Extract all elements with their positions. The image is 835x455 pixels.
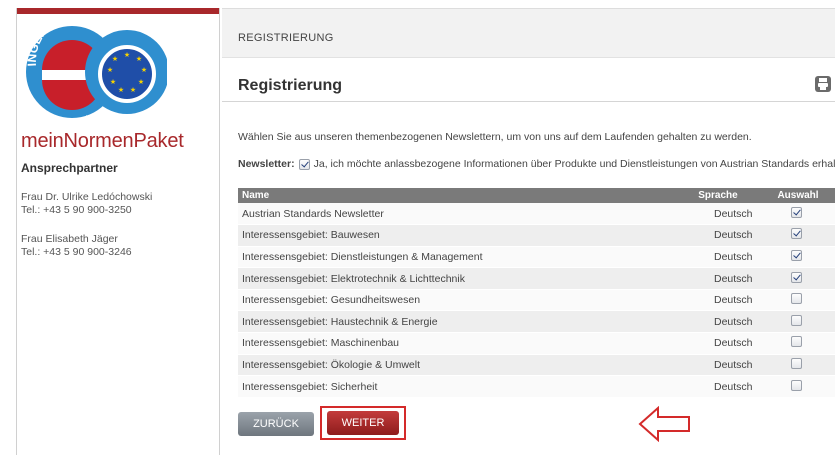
newsletter-checkbox[interactable] (298, 158, 310, 170)
contact-phone: Tel.: +43 5 90 900-3250 (21, 204, 132, 216)
row-checkbox[interactable] (790, 379, 802, 391)
row-select-cell (758, 310, 835, 334)
row-language: Deutsch (678, 246, 758, 269)
row-checkbox[interactable] (790, 249, 802, 261)
row-checkbox[interactable] (790, 314, 802, 326)
row-language: Deutsch (678, 224, 758, 247)
row-language: Deutsch (678, 289, 758, 312)
title-bar: Registrierung (222, 58, 835, 102)
row-language: Deutsch (678, 310, 758, 334)
column-header-language: Sprache (678, 188, 758, 203)
table-row: Interessensgebiet: Haustechnik & Energie… (238, 310, 835, 334)
row-language: Deutsch (678, 267, 758, 290)
svg-text:★: ★ (118, 86, 124, 94)
intro-text: Wählen Sie aus unseren themenbezogenen N… (238, 131, 752, 143)
breadcrumb: REGISTRIERUNG (222, 8, 835, 58)
back-button[interactable]: ZURÜCK (238, 412, 314, 436)
row-select-cell (758, 203, 835, 226)
svg-text:★: ★ (124, 51, 130, 59)
contact-item: Frau Elisabeth Jäger Tel.: +43 5 90 900-… (17, 233, 219, 259)
row-name: Interessensgebiet: Sicherheit (238, 375, 678, 398)
table-row: Interessensgebiet: Ökologie & Umwelt Deu… (238, 354, 835, 377)
row-select-cell (758, 224, 835, 247)
row-name: Austrian Standards Newsletter (238, 203, 678, 226)
row-name: Interessensgebiet: Maschinenbau (238, 332, 678, 355)
row-language: Deutsch (678, 203, 758, 226)
main-content: REGISTRIERUNG Registrierung Wählen Sie a… (222, 8, 835, 455)
row-language: Deutsch (678, 375, 758, 398)
table-row: Interessensgebiet: Sicherheit Deutsch (238, 375, 835, 398)
sidebar: ★★★ ★★★ ★★★ INGENIEUR BÜROS meinNormenPa… (16, 8, 220, 455)
table-row: Interessensgebiet: Gesundheitswesen Deut… (238, 289, 835, 312)
row-name: Interessensgebiet: Haustechnik & Energie (238, 310, 678, 334)
column-header-select: Auswahl (758, 188, 835, 203)
table-row: Austrian Standards Newsletter Deutsch (238, 203, 835, 226)
next-button-highlight: WEITER (320, 406, 406, 440)
svg-text:★: ★ (107, 66, 113, 74)
contact-item: Frau Dr. Ulrike Ledóchowski Tel.: +43 5 … (17, 191, 219, 217)
logo-graphic: ★★★ ★★★ ★★★ INGENIEUR BÜROS (25, 14, 167, 122)
svg-text:★: ★ (138, 78, 144, 86)
svg-text:★: ★ (112, 55, 118, 63)
newsletter-optin: Newsletter: Ja, ich möchte anlassbezogen… (238, 158, 835, 170)
row-checkbox[interactable] (790, 206, 802, 218)
row-select-cell (758, 246, 835, 269)
next-button[interactable]: WEITER (327, 411, 399, 435)
row-name: Interessensgebiet: Bauwesen (238, 224, 678, 247)
row-name: Interessensgebiet: Dienstleistungen & Ma… (238, 246, 678, 269)
row-select-cell (758, 375, 835, 398)
row-name: Interessensgebiet: Elektrotechnik & Lich… (238, 267, 678, 290)
arrow-left-icon (638, 406, 690, 442)
row-select-cell (758, 354, 835, 377)
row-select-cell (758, 289, 835, 312)
row-checkbox[interactable] (790, 336, 802, 348)
newsletter-label: Newsletter: (238, 158, 295, 170)
contact-heading: Ansprechpartner (21, 161, 118, 175)
table-row: Interessensgebiet: Bauwesen Deutsch (238, 224, 835, 247)
newsletter-table: Name Sprache Auswahl Austrian Standards … (238, 188, 835, 398)
table-row: Interessensgebiet: Maschinenbau Deutsch (238, 332, 835, 355)
newsletter-consent-text: Ja, ich möchte anlassbezogene Informatio… (313, 158, 835, 170)
brand-title: meinNormenPaket (21, 130, 184, 152)
svg-text:★: ★ (130, 86, 136, 94)
form-actions: ZURÜCK WEITER (238, 406, 406, 440)
ingenieurbueros-logo[interactable]: ★★★ ★★★ ★★★ INGENIEUR BÜROS (17, 14, 219, 124)
table-row: Interessensgebiet: Elektrotechnik & Lich… (238, 267, 835, 290)
row-select-cell (758, 267, 835, 290)
row-language: Deutsch (678, 332, 758, 355)
svg-text:★: ★ (136, 55, 142, 63)
table-row: Interessensgebiet: Dienstleistungen & Ma… (238, 246, 835, 269)
column-header-name: Name (238, 188, 678, 203)
table-header-row: Name Sprache Auswahl (238, 188, 835, 203)
contact-name: Frau Elisabeth Jäger (21, 233, 118, 245)
row-checkbox[interactable] (790, 228, 802, 240)
print-icon[interactable] (815, 76, 831, 92)
row-name: Interessensgebiet: Gesundheitswesen (238, 289, 678, 312)
svg-text:★: ★ (141, 66, 147, 74)
row-checkbox[interactable] (790, 293, 802, 305)
row-checkbox[interactable] (790, 271, 802, 283)
contact-phone: Tel.: +43 5 90 900-3246 (21, 246, 132, 258)
row-checkbox[interactable] (790, 357, 802, 369)
page-title: Registrierung (238, 77, 343, 94)
svg-text:★: ★ (110, 78, 116, 86)
row-select-cell (758, 332, 835, 355)
row-language: Deutsch (678, 354, 758, 377)
contact-name: Frau Dr. Ulrike Ledóchowski (21, 191, 153, 203)
row-name: Interessensgebiet: Ökologie & Umwelt (238, 354, 678, 377)
